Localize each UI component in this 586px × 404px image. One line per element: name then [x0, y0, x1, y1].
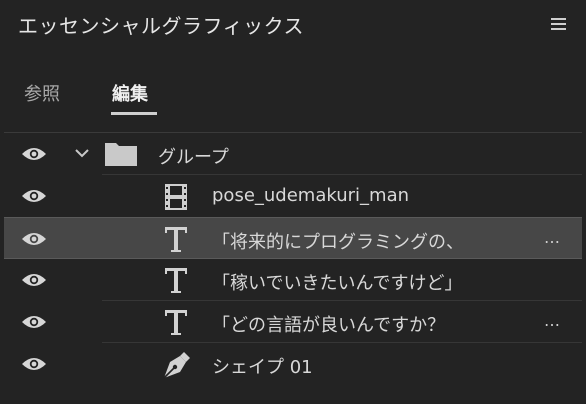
layer-row-text-selected[interactable]: 「将来的にプログラミングの、 …: [4, 217, 582, 259]
tab-browse[interactable]: 参照: [24, 80, 60, 106]
eye-visibility-icon[interactable]: [20, 146, 48, 162]
layer-name: シェイプ 01: [212, 357, 313, 378]
panel-title: エッセンシャルグラフィックス: [18, 14, 304, 38]
pen-tool-icon: [163, 352, 190, 379]
text-type-icon: [165, 310, 187, 335]
layer-name: 「どの言語が良いんですか？: [212, 315, 446, 336]
truncation-ellipsis: …: [544, 311, 561, 330]
eye-visibility-icon[interactable]: [20, 272, 48, 288]
layer-row-shape[interactable]: シェイプ 01: [4, 343, 582, 385]
layer-row-group[interactable]: グループ: [4, 133, 582, 175]
text-type-icon: [165, 227, 187, 252]
eye-visibility-icon[interactable]: [20, 188, 48, 204]
hamburger-menu-icon[interactable]: [550, 16, 568, 32]
layer-name: 「稼いでいきたいんですけど」: [212, 273, 463, 294]
chevron-down-icon[interactable]: [74, 147, 90, 159]
active-tab-indicator: [111, 112, 157, 115]
tab-bar: 参照 編集: [0, 68, 586, 118]
layer-name: pose_udemakuri_man: [212, 185, 410, 206]
tab-edit[interactable]: 編集: [112, 80, 148, 106]
layer-row-text[interactable]: 「どの言語が良いんですか？ …: [4, 301, 582, 343]
layer-name: グループ: [158, 147, 229, 168]
layer-list: グループ pose_udemakuri_man 「将来的にプログラミングの、 ……: [4, 132, 582, 395]
folder-icon: [105, 143, 137, 166]
layer-row-text[interactable]: 「稼いでいきたいんですけど」: [4, 259, 582, 301]
layer-row-video[interactable]: pose_udemakuri_man: [4, 175, 582, 217]
text-type-icon: [165, 268, 187, 293]
eye-visibility-icon[interactable]: [20, 356, 48, 372]
truncation-ellipsis: …: [544, 228, 561, 247]
eye-visibility-icon[interactable]: [20, 314, 48, 330]
film-icon: [165, 184, 187, 210]
essential-graphics-panel: エッセンシャルグラフィックス 参照 編集 グループ pose_udemakuri…: [0, 0, 586, 404]
layer-name: 「将来的にプログラミングの、: [212, 232, 464, 253]
eye-visibility-icon[interactable]: [20, 231, 48, 247]
